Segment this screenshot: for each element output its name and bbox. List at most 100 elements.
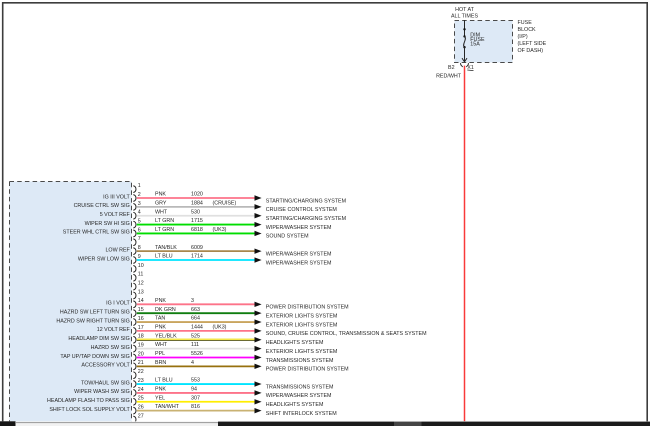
svg-text:4: 4 <box>191 360 194 366</box>
svg-text:IG I VOLT: IG I VOLT <box>106 301 130 307</box>
svg-text:HAZRD SW LEFT TURN SIG: HAZRD SW LEFT TURN SIG <box>60 310 130 316</box>
svg-text:TAN/WHT: TAN/WHT <box>155 404 180 410</box>
svg-text:CRUISE CONTROL SYSTEM: CRUISE CONTROL SYSTEM <box>266 207 338 213</box>
svg-text:GRY: GRY <box>155 201 167 207</box>
svg-text:CRUISE CTRL SW SIG: CRUISE CTRL SW SIG <box>74 203 130 209</box>
svg-text:SHIFT INTERLOCK SYSTEM: SHIFT INTERLOCK SYSTEM <box>266 411 337 417</box>
svg-text:8: 8 <box>138 245 141 251</box>
svg-text:DK GRN: DK GRN <box>155 307 176 313</box>
svg-text:14: 14 <box>138 298 144 304</box>
svg-text:25: 25 <box>138 396 144 402</box>
svg-text:9: 9 <box>138 254 141 260</box>
svg-text:21: 21 <box>138 360 144 366</box>
svg-text:11: 11 <box>138 272 144 278</box>
svg-text:EXTERIOR LIGHTS SYSTEM: EXTERIOR LIGHTS SYSTEM <box>266 349 338 355</box>
svg-text:YEL: YEL <box>155 395 165 401</box>
svg-text:15: 15 <box>138 307 144 313</box>
svg-text:6818: 6818 <box>191 227 203 233</box>
svg-text:LT BLU: LT BLU <box>155 378 173 384</box>
svg-text:TRANSMISSIONS SYSTEM: TRANSMISSIONS SYSTEM <box>266 358 334 364</box>
svg-text:1714: 1714 <box>191 254 203 260</box>
svg-text:LOW REF: LOW REF <box>105 248 130 254</box>
svg-text:15A: 15A <box>470 42 480 48</box>
svg-text:5526: 5526 <box>191 351 203 357</box>
svg-text:HOT AT: HOT AT <box>455 7 475 13</box>
svg-text:664: 664 <box>191 316 200 322</box>
svg-text:525: 525 <box>191 333 200 339</box>
svg-text:WIPER/WASHER SYSTEM: WIPER/WASHER SYSTEM <box>266 260 332 266</box>
svg-text:ALL TIMES: ALL TIMES <box>451 13 478 19</box>
svg-text:20: 20 <box>138 351 144 357</box>
svg-text:27: 27 <box>138 413 144 419</box>
svg-text:STARTING/CHARGING SYSTEM: STARTING/CHARGING SYSTEM <box>266 216 347 222</box>
svg-text:3: 3 <box>191 298 194 304</box>
svg-text:SHIFT LOCK SOL SUPPLY VOLT: SHIFT LOCK SOL SUPPLY VOLT <box>49 407 130 413</box>
svg-text:1020: 1020 <box>191 192 203 198</box>
svg-text:553: 553 <box>191 378 200 384</box>
svg-text:26: 26 <box>138 405 144 411</box>
svg-text:SOUND SYSTEM: SOUND SYSTEM <box>266 234 309 240</box>
svg-text:PNK: PNK <box>155 325 166 331</box>
svg-text:19: 19 <box>138 343 144 349</box>
svg-text:16: 16 <box>138 316 144 322</box>
svg-text:TOW/HAUL SW SIG: TOW/HAUL SW SIG <box>81 380 130 386</box>
svg-text:WIPER/WASHER SYSTEM: WIPER/WASHER SYSTEM <box>266 252 332 258</box>
svg-text:23: 23 <box>138 378 144 384</box>
svg-text:(I/P): (I/P) <box>518 34 528 40</box>
svg-text:WIPER/WASHER SYSTEM: WIPER/WASHER SYSTEM <box>266 393 332 399</box>
svg-text:EXTERIOR LIGHTS SYSTEM: EXTERIOR LIGHTS SYSTEM <box>266 322 338 328</box>
svg-text:HAZRD SW RIGHT TURN SIG: HAZRD SW RIGHT TURN SIG <box>56 318 129 324</box>
svg-text:WIPER WASH SW SIG: WIPER WASH SW SIG <box>74 389 130 395</box>
svg-text:6009: 6009 <box>191 245 203 251</box>
svg-text:OF DASH): OF DASH) <box>518 48 544 54</box>
svg-text:1: 1 <box>138 183 141 189</box>
svg-text:POWER DISTRIBUTION SYSTEM: POWER DISTRIBUTION SYSTEM <box>266 367 349 373</box>
svg-text:7: 7 <box>138 236 141 242</box>
svg-text:(LEFT SIDE: (LEFT SIDE <box>518 41 547 47</box>
svg-text:WHT: WHT <box>155 342 168 348</box>
svg-text:1884: 1884 <box>191 201 203 207</box>
svg-text:530: 530 <box>191 209 200 215</box>
svg-text:B2: B2 <box>448 65 455 71</box>
svg-text:LT GRN: LT GRN <box>155 218 174 224</box>
svg-text:TRANSMISSIONS SYSTEM: TRANSMISSIONS SYSTEM <box>266 384 334 390</box>
svg-text:SOUND, CRUISE CONTROL, TRANSMI: SOUND, CRUISE CONTROL, TRANSMISSION & SE… <box>266 331 427 337</box>
svg-text:BRN: BRN <box>155 360 166 366</box>
svg-text:13: 13 <box>138 289 144 295</box>
svg-text:HEADLIGHTS SYSTEM: HEADLIGHTS SYSTEM <box>266 340 324 346</box>
svg-text:2: 2 <box>138 192 141 198</box>
svg-text:HEADLAMP DIM SW SIG: HEADLAMP DIM SW SIG <box>68 336 129 342</box>
svg-text:HAZRD SW SIG: HAZRD SW SIG <box>91 345 130 351</box>
svg-text:12: 12 <box>138 281 144 287</box>
svg-text:6: 6 <box>138 227 141 233</box>
svg-text:94: 94 <box>191 387 197 393</box>
svg-text:307: 307 <box>191 395 200 401</box>
svg-text:STEER WHL CTRL SW SIG: STEER WHL CTRL SW SIG <box>63 230 130 236</box>
svg-text:STARTING/CHARGING SYSTEM: STARTING/CHARGING SYSTEM <box>266 198 347 204</box>
svg-text:22: 22 <box>138 369 144 375</box>
svg-text:1715: 1715 <box>191 218 203 224</box>
svg-text:PPL: PPL <box>155 351 165 357</box>
svg-text:LT GRN: LT GRN <box>155 227 174 233</box>
svg-text:PNK: PNK <box>155 387 166 393</box>
svg-text:5: 5 <box>138 219 141 225</box>
svg-text:24: 24 <box>138 387 144 393</box>
svg-text:HEADLIGHTS SYSTEM: HEADLIGHTS SYSTEM <box>266 402 324 408</box>
svg-text:ACCESSORY VOLT: ACCESSORY VOLT <box>81 363 130 369</box>
svg-text:12 VOLT REF: 12 VOLT REF <box>97 327 131 333</box>
svg-text:FUSE: FUSE <box>518 20 533 26</box>
svg-text:TAP UP/TAP DOWN SW SIG: TAP UP/TAP DOWN SW SIG <box>60 354 129 360</box>
svg-text:IG III VOLT: IG III VOLT <box>103 194 130 200</box>
svg-text:RED/WHT: RED/WHT <box>436 74 462 80</box>
svg-text:(CRUISE): (CRUISE) <box>213 201 237 207</box>
svg-text:WIPER SW LOW SIG: WIPER SW LOW SIG <box>78 256 130 262</box>
svg-text:1444: 1444 <box>191 325 203 331</box>
svg-text:(UK3): (UK3) <box>213 325 227 331</box>
svg-text:816: 816 <box>191 404 200 410</box>
svg-text:POWER DISTRIBUTION SYSTEM: POWER DISTRIBUTION SYSTEM <box>266 305 349 311</box>
svg-text:3: 3 <box>138 201 141 207</box>
svg-text:111: 111 <box>191 342 199 348</box>
svg-text:4: 4 <box>138 210 141 216</box>
svg-text:WIPER SW HI SIG: WIPER SW HI SIG <box>85 221 130 227</box>
svg-text:HEADLAMP FLASH TO PASS SIG: HEADLAMP FLASH TO PASS SIG <box>47 398 130 404</box>
